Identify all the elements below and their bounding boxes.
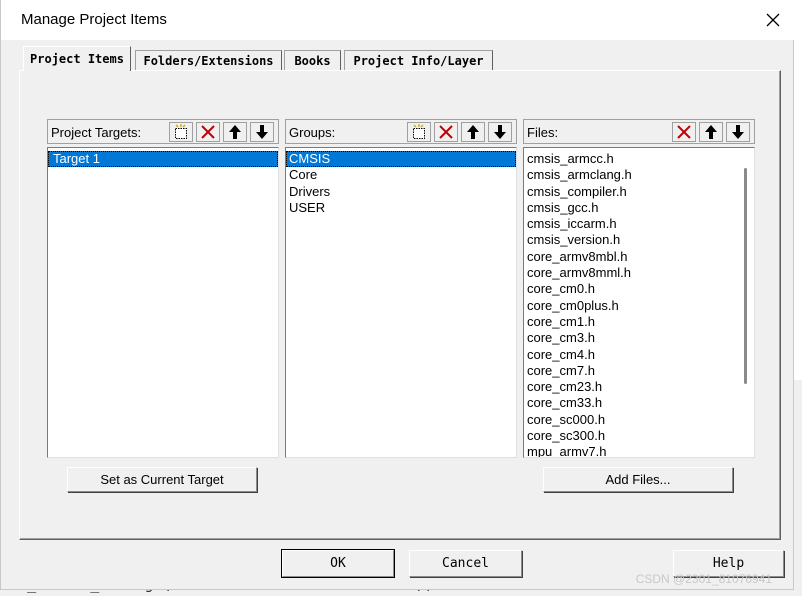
ok-button[interactable]: OK xyxy=(281,549,395,578)
manage-project-items-dialog: Manage Project Items Project Items Folde… xyxy=(0,0,795,590)
list-item[interactable]: core_armv8mml.h xyxy=(524,265,754,281)
list-item[interactable]: core_cm23.h xyxy=(524,379,754,395)
list-item[interactable]: cmsis_armclang.h xyxy=(524,167,754,183)
list-item[interactable]: mpu_armv7.h xyxy=(524,444,754,457)
list-item[interactable]: core_cm4.h xyxy=(524,347,754,363)
list-item[interactable]: Drivers xyxy=(286,184,516,200)
files-label: Files: xyxy=(527,125,559,140)
move-up-icon xyxy=(467,125,479,139)
list-item[interactable]: core_cm33.h xyxy=(524,395,754,411)
list-item[interactable]: Core xyxy=(286,167,516,183)
list-item[interactable]: core_cm0plus.h xyxy=(524,298,754,314)
close-button[interactable] xyxy=(759,7,787,33)
list-item[interactable]: core_armv8mbl.h xyxy=(524,249,754,265)
move-file-up-button[interactable] xyxy=(699,122,723,142)
watermark: CSDN @2301_81076941 xyxy=(635,572,772,586)
delete-icon xyxy=(201,125,215,139)
list-item[interactable]: CMSIS xyxy=(286,151,516,168)
tab-project-info-layer[interactable]: Project Info/Layer xyxy=(344,50,493,70)
add-files-label: Add Files... xyxy=(605,472,671,487)
targets-header: Project Targets: xyxy=(47,119,279,144)
delete-icon xyxy=(677,125,691,139)
new-group-button[interactable] xyxy=(407,122,431,142)
list-item[interactable]: USER xyxy=(286,200,516,216)
list-item[interactable]: cmsis_compiler.h xyxy=(524,184,754,200)
list-item[interactable]: core_sc300.h xyxy=(524,428,754,444)
new-item-icon xyxy=(175,124,187,139)
move-down-icon xyxy=(256,125,268,139)
dialog-title: Manage Project Items xyxy=(21,11,167,28)
targets-label: Project Targets: xyxy=(51,125,142,140)
move-file-down-button[interactable] xyxy=(726,122,750,142)
list-item[interactable]: core_cm3.h xyxy=(524,330,754,346)
list-item[interactable]: cmsis_gcc.h xyxy=(524,200,754,216)
files-scrollbar[interactable] xyxy=(744,168,747,384)
files-list[interactable]: cmsis_armcc.h cmsis_armclang.h cmsis_compi… xyxy=(523,147,755,458)
list-item[interactable]: cmsis_version.h xyxy=(524,232,754,248)
tab-books[interactable]: Books xyxy=(284,50,341,70)
list-item[interactable]: cmsis_iccarm.h xyxy=(524,216,754,232)
list-item[interactable]: core_sc000.h xyxy=(524,412,754,428)
add-files-button[interactable]: Add Files... xyxy=(543,467,733,492)
delete-group-button[interactable] xyxy=(434,122,458,142)
ok-label: OK xyxy=(330,556,346,571)
move-target-down-button[interactable] xyxy=(250,122,274,142)
new-item-icon xyxy=(413,124,425,139)
set-current-target-label: Set as Current Target xyxy=(100,472,224,487)
groups-label: Groups: xyxy=(289,125,336,140)
groups-header: Groups: xyxy=(285,119,517,144)
move-down-icon xyxy=(732,125,744,139)
delete-file-button[interactable] xyxy=(672,122,696,142)
move-group-down-button[interactable] xyxy=(488,122,512,142)
move-down-icon xyxy=(494,125,506,139)
tab-project-items[interactable]: Project Items xyxy=(23,46,131,71)
close-icon xyxy=(766,13,780,27)
list-item[interactable]: cmsis_armcc.h xyxy=(524,151,754,167)
targets-list[interactable]: Target 1 xyxy=(47,147,279,458)
help-label: Help xyxy=(712,556,745,571)
move-target-up-button[interactable] xyxy=(223,122,247,142)
list-item[interactable]: core_cm1.h xyxy=(524,314,754,330)
move-up-icon xyxy=(229,125,241,139)
move-group-up-button[interactable] xyxy=(461,122,485,142)
title-bar: Manage Project Items xyxy=(1,0,795,40)
cancel-label: Cancel xyxy=(442,556,489,571)
list-item[interactable]: Target 1 xyxy=(48,151,278,168)
cancel-button[interactable]: Cancel xyxy=(409,550,522,577)
files-header: Files: xyxy=(523,119,755,144)
groups-list[interactable]: CMSIS Core Drivers USER xyxy=(285,147,517,458)
move-up-icon xyxy=(705,125,717,139)
list-item[interactable]: core_cm0.h xyxy=(524,281,754,297)
set-current-target-button[interactable]: Set as Current Target xyxy=(67,467,257,492)
new-target-button[interactable] xyxy=(169,122,193,142)
list-item[interactable]: core_cm7.h xyxy=(524,363,754,379)
delete-target-button[interactable] xyxy=(196,122,220,142)
tab-folders-extensions[interactable]: Folders/Extensions xyxy=(135,50,282,70)
delete-icon xyxy=(439,125,453,139)
